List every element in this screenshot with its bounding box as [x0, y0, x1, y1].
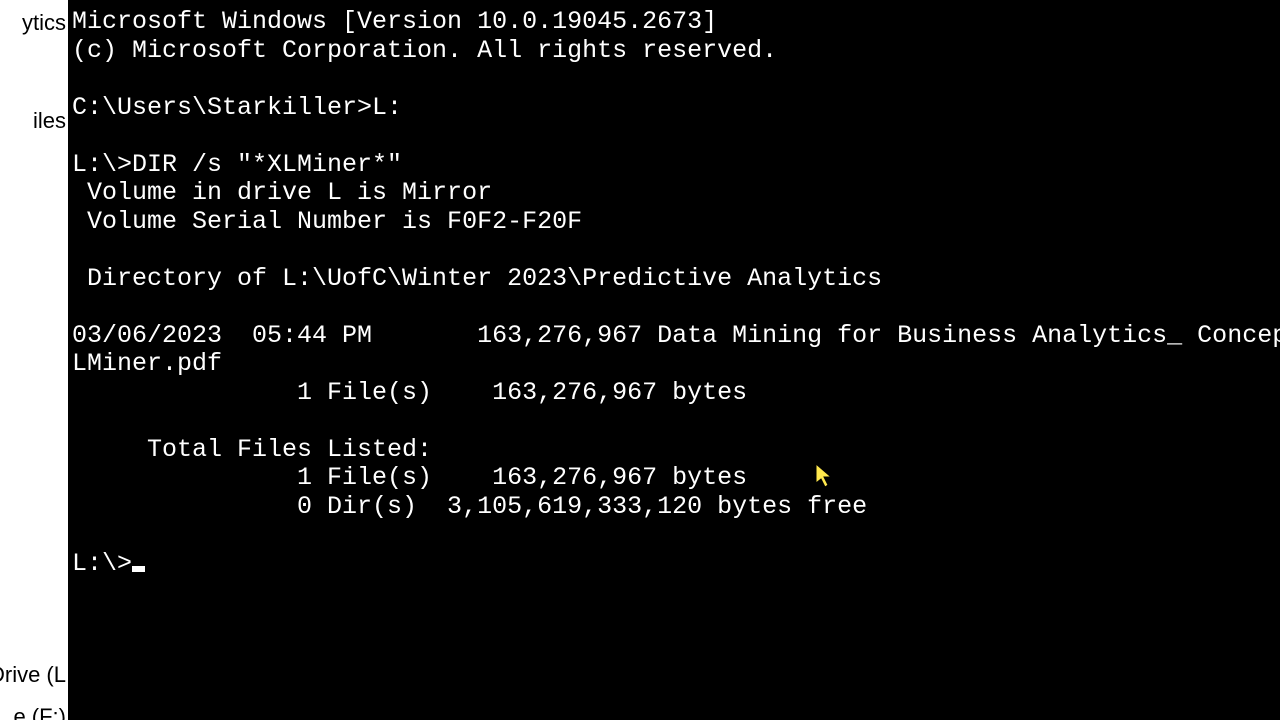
- sidebar-label-analytics: ytics: [22, 10, 66, 36]
- terminal-line: 0 Dir(s) 3,105,619,333,120 bytes free: [72, 492, 867, 521]
- sidebar-label-files: iles: [33, 108, 66, 134]
- terminal-line: Microsoft Windows [Version 10.0.19045.26…: [72, 7, 717, 36]
- terminal-line: Directory of L:\UofC\Winter 2023\Predict…: [72, 264, 882, 293]
- command-prompt-window[interactable]: Microsoft Windows [Version 10.0.19045.26…: [68, 0, 1280, 720]
- cursor-block: [132, 566, 145, 572]
- terminal-line: L:\>DIR /s "*XLMiner*": [72, 150, 402, 179]
- terminal-prompt: L:\>: [72, 549, 132, 578]
- sidebar-label-drive-l: Drive (L: [0, 662, 66, 688]
- terminal-line: C:\Users\Starkiller>L:: [72, 93, 402, 122]
- terminal-line: LMiner.pdf: [72, 349, 222, 378]
- terminal-line: Volume Serial Number is F0F2-F20F: [72, 207, 582, 236]
- terminal-line: 03/06/2023 05:44 PM 163,276,967 Data Min…: [72, 321, 1280, 350]
- terminal-line: 1 File(s) 163,276,967 bytes: [72, 463, 747, 492]
- terminal-line: 1 File(s) 163,276,967 bytes: [72, 378, 747, 407]
- terminal-line: Total Files Listed:: [72, 435, 432, 464]
- terminal-line: (c) Microsoft Corporation. All rights re…: [72, 36, 777, 65]
- terminal-line: Volume in drive L is Mirror: [72, 178, 492, 207]
- sidebar-label-drive-f: e (F:): [13, 704, 66, 720]
- sidebar-fragment: ytics iles Drive (L e (F:): [0, 0, 68, 720]
